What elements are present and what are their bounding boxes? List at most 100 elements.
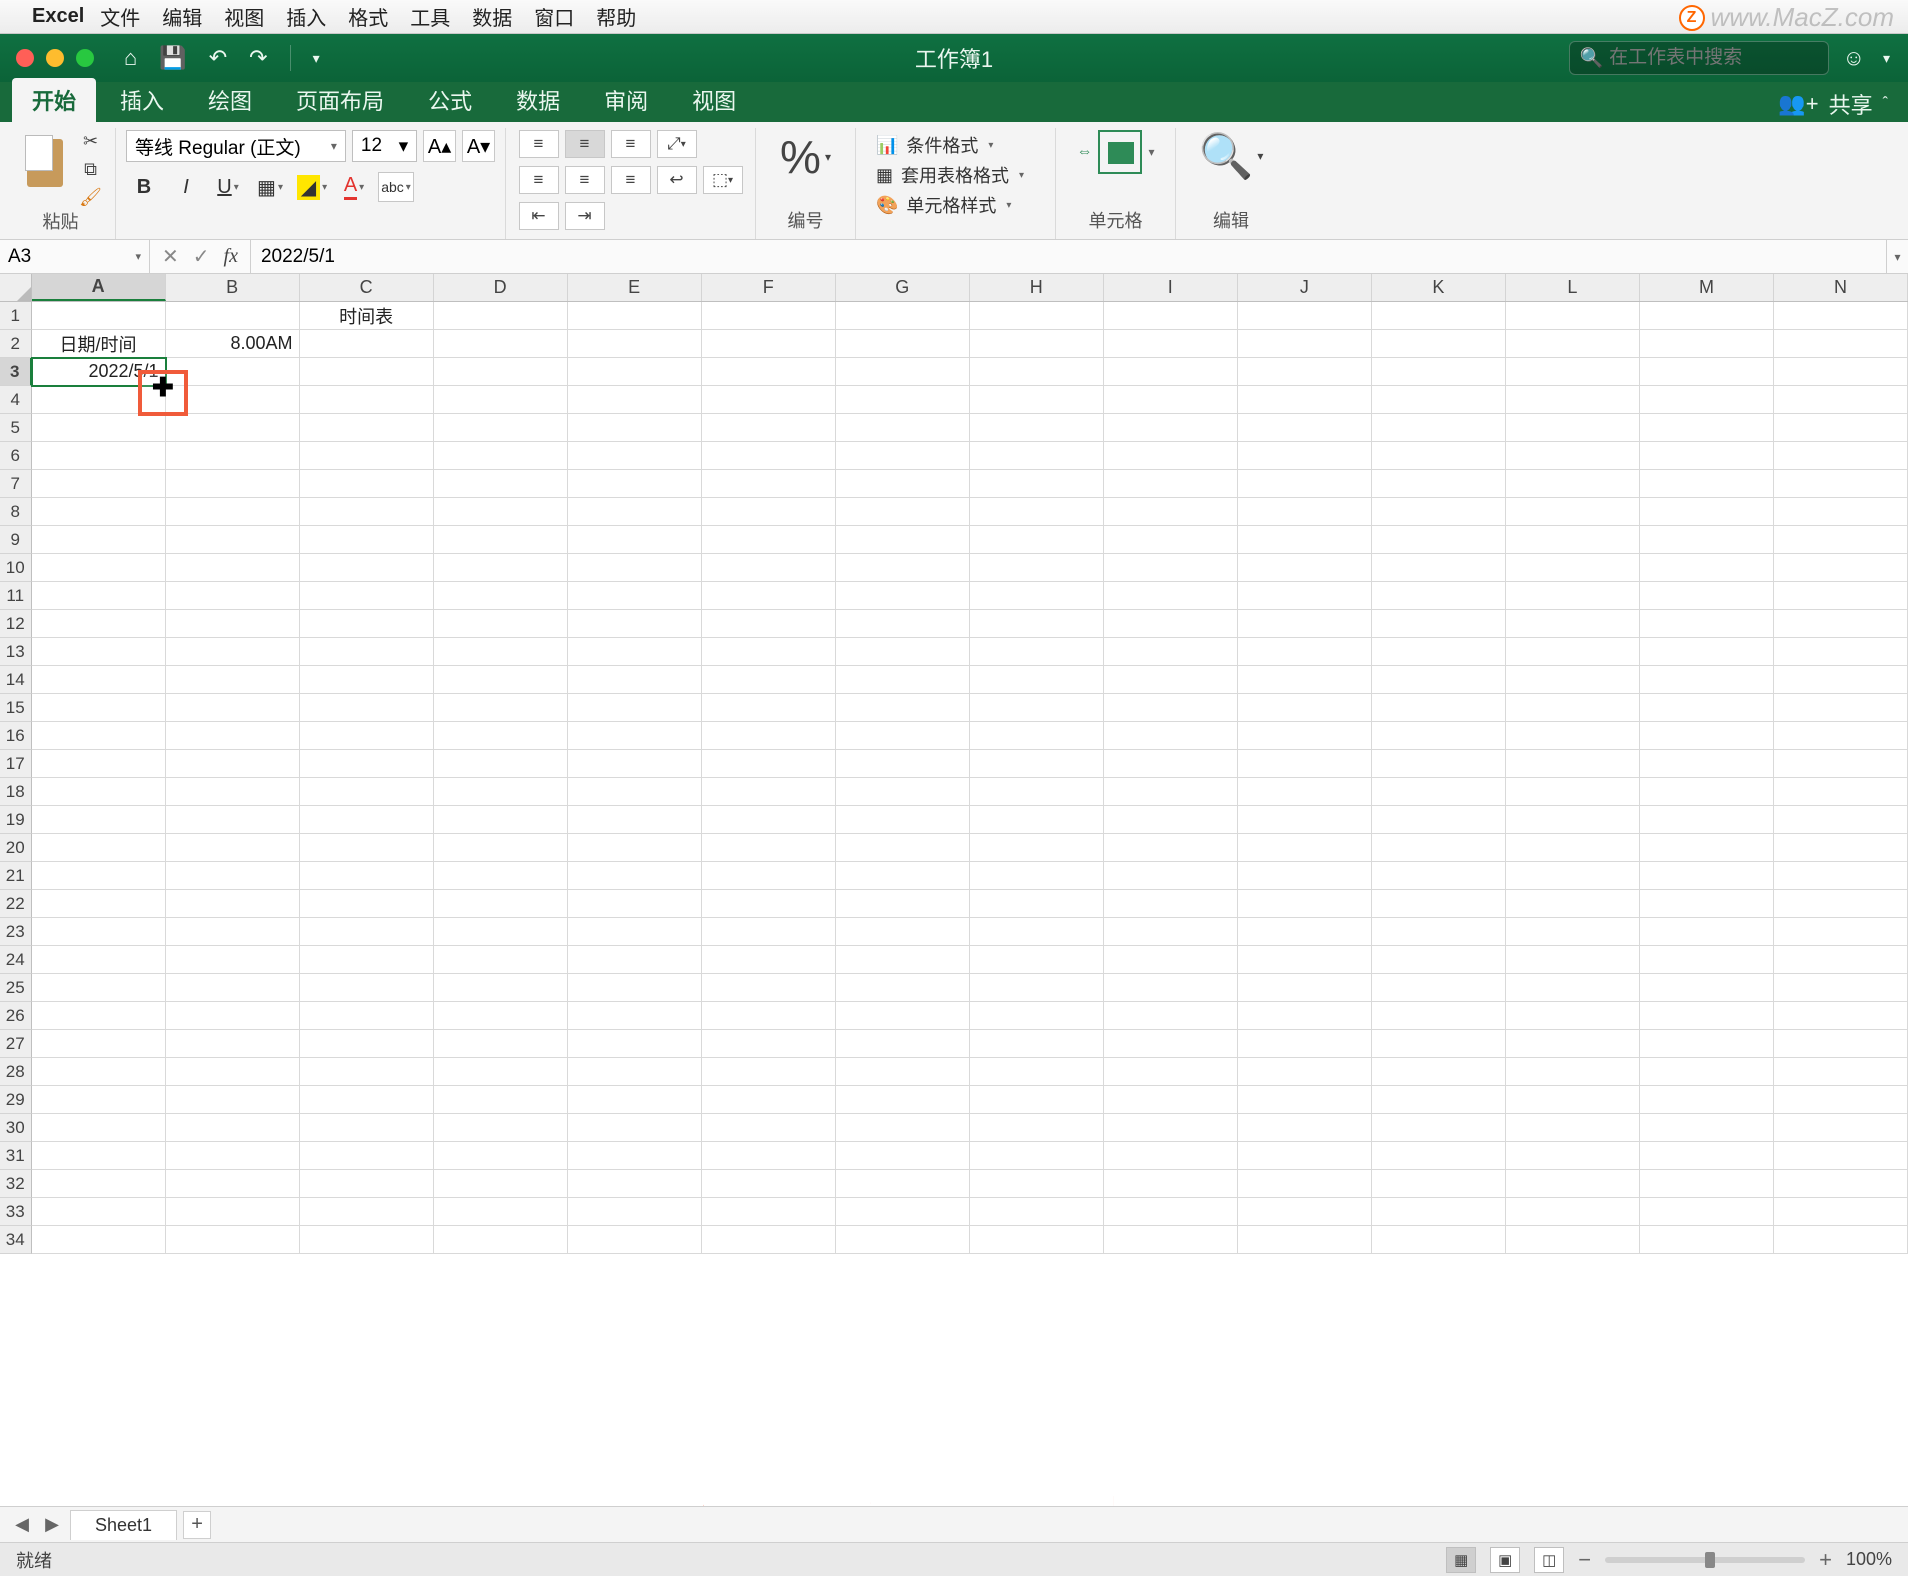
cell-L5[interactable] <box>1506 414 1640 442</box>
cell-M17[interactable] <box>1640 750 1774 778</box>
cell-H8[interactable] <box>970 498 1104 526</box>
cell-C34[interactable] <box>300 1226 434 1254</box>
cell-H19[interactable] <box>970 806 1104 834</box>
cell-B13[interactable] <box>166 638 300 666</box>
cell-C24[interactable] <box>300 946 434 974</box>
cell-F28[interactable] <box>702 1058 836 1086</box>
cell-N33[interactable] <box>1774 1198 1908 1226</box>
cell-A30[interactable] <box>32 1114 166 1142</box>
cell-G31[interactable] <box>836 1142 970 1170</box>
cell-N27[interactable] <box>1774 1030 1908 1058</box>
cell-E32[interactable] <box>568 1170 702 1198</box>
align-top-icon[interactable]: ≡ <box>519 130 559 158</box>
app-name[interactable]: Excel <box>32 5 84 28</box>
cell-L32[interactable] <box>1506 1170 1640 1198</box>
increase-font-icon[interactable]: A▴ <box>423 130 456 162</box>
cell-K6[interactable] <box>1372 442 1506 470</box>
cell-F19[interactable] <box>702 806 836 834</box>
cell-J15[interactable] <box>1238 694 1372 722</box>
cell-B11[interactable] <box>166 582 300 610</box>
cell-K7[interactable] <box>1372 470 1506 498</box>
col-header-N[interactable]: N <box>1774 274 1908 301</box>
cell-N8[interactable] <box>1774 498 1908 526</box>
cell-J2[interactable] <box>1238 330 1372 358</box>
row-header-13[interactable]: 13 <box>0 638 32 666</box>
cell-C3[interactable] <box>300 358 434 386</box>
cell-L1[interactable] <box>1506 302 1640 330</box>
cell-A28[interactable] <box>32 1058 166 1086</box>
cell-F26[interactable] <box>702 1002 836 1030</box>
cell-J31[interactable] <box>1238 1142 1372 1170</box>
cell-C6[interactable] <box>300 442 434 470</box>
cell-B12[interactable] <box>166 610 300 638</box>
cell-F4[interactable] <box>702 386 836 414</box>
cell-N29[interactable] <box>1774 1086 1908 1114</box>
cell-N11[interactable] <box>1774 582 1908 610</box>
cell-I8[interactable] <box>1104 498 1238 526</box>
row-header-14[interactable]: 14 <box>0 666 32 694</box>
cell-N13[interactable] <box>1774 638 1908 666</box>
table-format-button[interactable]: ▦套用表格格式▾ <box>872 160 1028 190</box>
cell-G29[interactable] <box>836 1086 970 1114</box>
cell-M9[interactable] <box>1640 526 1774 554</box>
cell-I33[interactable] <box>1104 1198 1238 1226</box>
cell-H34[interactable] <box>970 1226 1104 1254</box>
cell-A19[interactable] <box>32 806 166 834</box>
menu-window[interactable]: 窗口 <box>534 2 574 31</box>
row-header-31[interactable]: 31 <box>0 1142 32 1170</box>
cell-M12[interactable] <box>1640 610 1774 638</box>
cell-L27[interactable] <box>1506 1030 1640 1058</box>
view-pagelayout-icon[interactable]: ▣ <box>1490 1547 1520 1573</box>
cell-E11[interactable] <box>568 582 702 610</box>
cell-I21[interactable] <box>1104 862 1238 890</box>
cell-G1[interactable] <box>836 302 970 330</box>
cell-E19[interactable] <box>568 806 702 834</box>
row-header-34[interactable]: 34 <box>0 1226 32 1254</box>
home-icon[interactable]: ⌂ <box>124 45 137 71</box>
cell-D28[interactable] <box>434 1058 568 1086</box>
window-maximize-icon[interactable] <box>76 49 94 67</box>
cell-I16[interactable] <box>1104 722 1238 750</box>
cell-H3[interactable] <box>970 358 1104 386</box>
cell-E33[interactable] <box>568 1198 702 1226</box>
cell-N17[interactable] <box>1774 750 1908 778</box>
cell-A21[interactable] <box>32 862 166 890</box>
cell-A31[interactable] <box>32 1142 166 1170</box>
cell-J28[interactable] <box>1238 1058 1372 1086</box>
row-header-25[interactable]: 25 <box>0 974 32 1002</box>
cell-N19[interactable] <box>1774 806 1908 834</box>
cell-J16[interactable] <box>1238 722 1372 750</box>
tab-view[interactable]: 视图 <box>672 78 756 122</box>
cell-H23[interactable] <box>970 918 1104 946</box>
cell-A23[interactable] <box>32 918 166 946</box>
save-icon[interactable]: 💾 <box>159 45 186 71</box>
cell-H13[interactable] <box>970 638 1104 666</box>
cell-N16[interactable] <box>1774 722 1908 750</box>
cell-E30[interactable] <box>568 1114 702 1142</box>
cell-E27[interactable] <box>568 1030 702 1058</box>
cell-C13[interactable] <box>300 638 434 666</box>
cell-A12[interactable] <box>32 610 166 638</box>
cell-I11[interactable] <box>1104 582 1238 610</box>
cell-styles-button[interactable]: 🎨单元格样式▾ <box>872 190 1015 220</box>
cell-J11[interactable] <box>1238 582 1372 610</box>
cell-E34[interactable] <box>568 1226 702 1254</box>
cell-J30[interactable] <box>1238 1114 1372 1142</box>
row-header-16[interactable]: 16 <box>0 722 32 750</box>
cell-B22[interactable] <box>166 890 300 918</box>
cell-A26[interactable] <box>32 1002 166 1030</box>
cell-E17[interactable] <box>568 750 702 778</box>
cell-A22[interactable] <box>32 890 166 918</box>
cell-E12[interactable] <box>568 610 702 638</box>
col-header-E[interactable]: E <box>568 274 702 301</box>
underline-button[interactable]: U▾ <box>210 172 246 202</box>
cell-D24[interactable] <box>434 946 568 974</box>
cell-A16[interactable] <box>32 722 166 750</box>
cell-F8[interactable] <box>702 498 836 526</box>
row-header-29[interactable]: 29 <box>0 1086 32 1114</box>
cell-C17[interactable] <box>300 750 434 778</box>
cell-N32[interactable] <box>1774 1170 1908 1198</box>
cell-H7[interactable] <box>970 470 1104 498</box>
cell-E10[interactable] <box>568 554 702 582</box>
cell-F18[interactable] <box>702 778 836 806</box>
